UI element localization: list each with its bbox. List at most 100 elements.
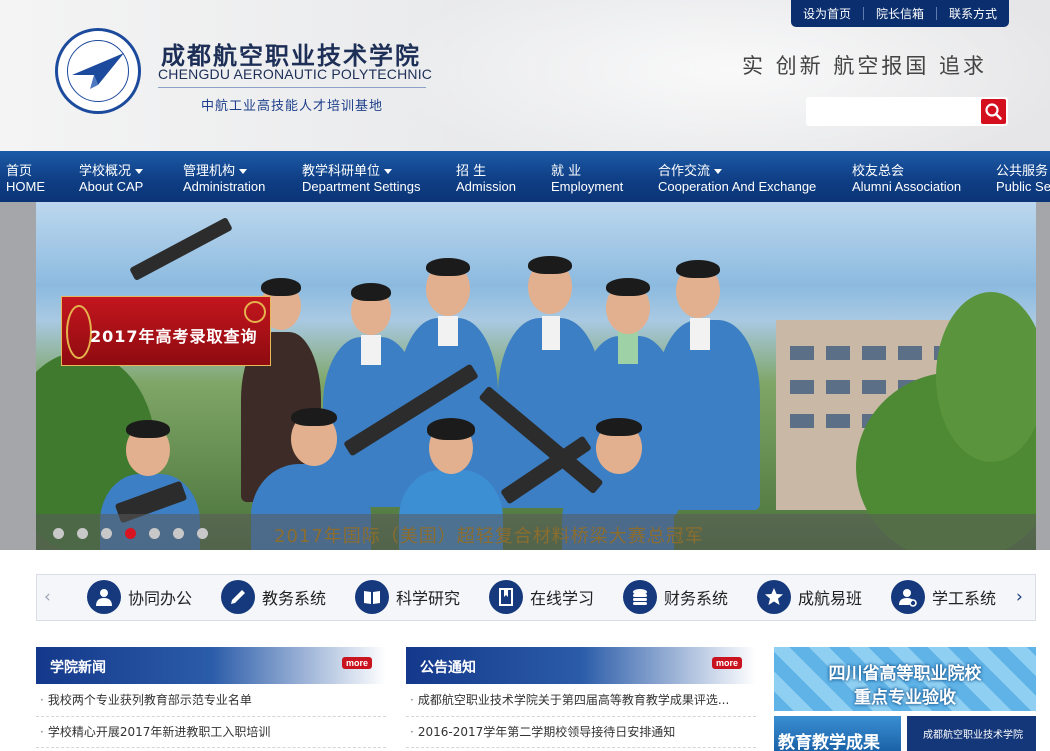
admission-query-banner[interactable]: 2017年高考录取查询 [61,296,271,366]
nav-label-cn: 管理机构 [183,164,236,179]
slide-indicators [53,528,221,539]
nav-item-about[interactable]: 学校概况 About CAP [79,164,143,194]
nav-item-public-service[interactable]: 公共服务 Public Service [996,164,1050,194]
divider [862,7,864,20]
notices-more-button[interactable]: more [712,657,743,669]
nav-item-cooperation[interactable]: 合作交流 Cooperation And Exchange [658,164,816,194]
top-links: 设为首页 院长信箱 联系方式 [791,0,1009,27]
slide-dot-active[interactable] [125,528,136,539]
logo-subtitle: 中航工业高技能人才培训基地 [201,99,384,114]
nav-label-cn: 教学科研单位 [302,164,381,179]
divider [935,7,937,20]
quick-link-finance[interactable]: 财务系统 [623,580,728,614]
notice-item[interactable]: 2016-2017学年第二学期校领导接待日安排通知 [410,723,750,740]
slider-next-shadow [1036,202,1050,550]
quick-link-student-affairs[interactable]: 学工系统 [891,580,996,614]
main-nav: 首页 HOME 学校概况 About CAP 管理机构 Administrati… [0,151,1050,202]
logo-title-en[interactable]: CHENGDU AERONAUTIC POLYTECHNIC [158,66,432,82]
slide-dot[interactable] [173,528,184,539]
slide-caption-bar: 2017年国际（美国）超轻复合材料桥梁大赛总冠军 [36,514,1036,550]
banner-label: 教育教学成果 [778,733,880,751]
banner-line: 四川省高等职业院校 [828,664,982,684]
slide-dot[interactable] [77,528,88,539]
decoration [66,305,92,359]
college-report-banner[interactable]: 成都航空职业技术学院 [907,716,1036,751]
slide-dot[interactable] [149,528,160,539]
bookmark-icon [489,580,523,614]
news-more-button[interactable]: more [342,657,373,669]
star-icon [757,580,791,614]
quick-link-label: 成航易班 [798,589,863,608]
divider [406,716,756,717]
banner-photo [36,202,1036,550]
logo-seal[interactable] [55,28,141,114]
nav-label-cn: 公共服务 [996,164,1049,179]
nav-item-departments[interactable]: 教学科研单位 Department Settings [302,164,421,194]
nav-label-en: Public Service [996,179,1050,194]
nav-label-en: Cooperation And Exchange [658,179,817,194]
nav-item-home[interactable]: 首页 HOME [6,164,45,194]
chevron-left-icon[interactable]: ‹ [44,587,51,607]
divider [406,747,756,748]
nav-label-cn: 就 业 [551,164,582,179]
nav-item-administration[interactable]: 管理机构 Administration [183,164,265,194]
quick-link-label: 学工系统 [932,589,997,608]
chevron-down-icon [239,169,248,174]
book-icon [355,580,389,614]
plane-icon [72,53,124,89]
search-button[interactable] [981,99,1006,124]
search-input[interactable] [806,97,978,126]
slide-dot[interactable] [53,528,64,539]
banner-line: 重点专业验收 [854,688,956,708]
set-homepage-link[interactable]: 设为首页 [803,5,851,22]
contact-link[interactable]: 联系方式 [949,5,997,22]
nav-item-employment[interactable]: 就 业 Employment [551,164,623,194]
chevron-down-icon [714,169,723,174]
users-icon [87,580,121,614]
nav-label-en: About CAP [79,179,144,194]
quick-link-label: 财务系统 [664,589,729,608]
nav-label-cn: 首页 [6,164,33,179]
news-item[interactable]: 我校两个专业获列教育部示范专业名单 [40,691,380,708]
quick-link-yiban[interactable]: 成航易班 [757,580,862,614]
news-title: 学院新闻 [50,660,106,676]
banner-slider[interactable]: 2017年高考录取查询 2017年国际（美国）超轻复合材料桥梁大赛总冠军 [0,202,1050,550]
news-header: 学院新闻 more [36,647,386,684]
chevron-down-icon [135,169,144,174]
tree [936,292,1036,462]
nav-item-admission[interactable]: 招 生 Admission [456,164,516,194]
slide-caption[interactable]: 2017年国际（美国）超轻复合材料桥梁大赛总冠军 [274,522,704,548]
search-icon [985,103,1002,120]
key-major-acceptance-banner[interactable]: 四川省高等职业院校 重点专业验收 [774,647,1036,711]
divider [36,716,386,717]
quick-link-online-learning[interactable]: 在线学习 [489,580,594,614]
notices-header: 公告通知 more [406,647,756,684]
pencil-icon [221,580,255,614]
slide-dot[interactable] [101,528,112,539]
quick-link-label: 协同办公 [128,589,193,608]
notice-item[interactable]: 成都航空职业技术学院关于第四届高等教育教学成果评选... [410,691,750,708]
president-mailbox-link[interactable]: 院长信箱 [876,5,924,22]
nav-label-en: HOME [6,179,45,194]
divider [36,747,386,748]
nav-label-en: Administration [183,179,266,194]
quick-link-office[interactable]: 协同办公 [87,580,192,614]
quick-link-academic[interactable]: 教务系统 [221,580,326,614]
banner-label: 成都航空职业技术学院 [923,730,1023,741]
nav-item-alumni[interactable]: 校友总会 Alumni Association [852,164,961,194]
teaching-achievement-banner[interactable]: 教育教学成果 [774,716,901,751]
quick-link-research[interactable]: 科学研究 [355,580,460,614]
chevron-down-icon [384,169,393,174]
nav-label-en: Department Settings [302,179,421,194]
slider-prev-shadow [0,202,36,550]
decoration [244,301,266,323]
news-item[interactable]: 学校精心开展2017年新进教职工入职培训 [40,723,380,740]
nav-label-cn: 校友总会 [852,164,905,179]
admission-query-label: 2017年高考录取查询 [90,327,258,346]
nav-label-cn: 合作交流 [658,164,711,179]
composite-wing [129,216,233,282]
chevron-right-icon[interactable]: › [1016,587,1023,607]
slide-dot[interactable] [197,528,208,539]
notices-title: 公告通知 [420,660,476,676]
logo-divider [158,87,426,88]
